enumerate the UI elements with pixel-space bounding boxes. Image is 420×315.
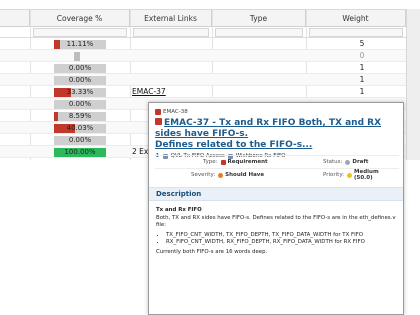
coverage-bar: 0.00% [54,100,106,109]
severity-label: Severity: [191,172,216,178]
priority-value: Medium (50.0) [354,169,379,181]
description-header: Description [149,187,403,201]
priority-label: Priority: [323,172,345,178]
header-blank [0,10,30,27]
coverage-value: 100.00% [64,148,96,156]
coverage-bar: 0.00% [54,76,106,85]
description-text: Both, TX and RX sides have FIFO-s. Defin… [156,215,396,228]
coverage-value: 0.00% [68,76,92,84]
description-bullet: TX_FIFO_CNT_WIDTH, TX_FIFO_DEPTH, TX_FIF… [166,232,398,239]
filter-row [0,27,420,38]
coverage-bar [74,52,80,61]
header-external-links[interactable]: External Links [130,10,212,27]
header-weight[interactable]: Weight [306,10,406,27]
type-label: Type: [203,159,218,165]
weight-value: 1 [359,75,365,84]
vertical-scrollbar[interactable] [406,9,420,160]
coverage-value: 40.03% [66,124,94,132]
coverage-value: 33.33% [66,88,94,96]
table-row[interactable]: 33.33% EMAC-37 1 [0,86,420,98]
coverage-value: 0.00% [68,100,92,108]
coverage-value: 8.59% [68,112,92,120]
coverage-filter-input[interactable] [33,28,127,37]
weight-value: 1 [359,87,365,96]
coverage-bar: 8.59% [54,112,106,121]
status-icon [345,159,351,165]
weight-filter-input[interactable] [309,28,403,37]
coverage-value: 0.00% [68,136,92,144]
severity-value: Should Have [225,172,265,178]
issue-key-link[interactable]: EMAC-37 [164,118,209,128]
description-heading: Tx and Rx FIFO [156,207,202,213]
coverage-bar: 0.00% [54,136,106,145]
header-type[interactable]: Type [212,10,306,27]
issue-summary-continued[interactable]: Defines related to the FIFO-s... [155,140,312,150]
issue-hover-popup: EMAC-38 EMAC-37 - Tx and Rx FIFO Both, T… [148,102,404,315]
status-value: Draft [352,159,369,165]
description-body: Tx and Rx FIFO Both, TX and RX sides hav… [156,207,398,256]
parent-issue-key[interactable]: EMAC-38 [163,109,188,115]
table-row[interactable]: 0.00% 1 [0,74,420,86]
coverage-bar: 33.33% [54,88,106,97]
external-links-filter-input[interactable] [133,28,209,37]
table-row[interactable]: 0 [0,50,420,62]
status-label: Status: [323,159,343,165]
requirement-icon [220,159,226,165]
coverage-bar: 0.00% [54,64,106,73]
type-filter-input[interactable] [215,28,303,37]
field-divider [155,155,399,156]
issue-fields: Type: Requirement Status: Draft Severity… [155,155,399,181]
requirement-icon [155,109,161,115]
table-row[interactable]: 11.11% 5 [0,38,420,50]
weight-value: 5 [359,39,365,48]
priority-icon [347,172,353,178]
priority-field: Priority: Medium (50.0) [323,169,399,181]
weight-value: 1 [359,63,365,72]
header-coverage[interactable]: Coverage % [30,10,130,27]
popup-header: EMAC-38 EMAC-37 - Tx and Rx FIFO Both, T… [155,109,399,159]
coverage-bar: 40.03% [54,124,106,133]
description-text: Currently both FIFO-s are 16 words deep. [156,249,268,255]
coverage-bar: 11.11% [54,40,106,49]
severity-icon [218,172,224,178]
status-field: Status: Draft [323,157,368,167]
weight-value: 0 [359,51,365,60]
parent-issue[interactable]: EMAC-38 [155,109,399,115]
coverage-value: 0.00% [68,64,92,72]
coverage-value: 11.11% [66,40,94,48]
requirement-icon [155,118,162,125]
coverage-bar: 100.00% [54,148,106,157]
description-list: TX_FIFO_CNT_WIDTH, TX_FIFO_DEPTH, TX_FIF… [166,232,398,246]
description-bullet: RX_FIFO_CNT_WIDTH, RX_FIFO_DEPTH, RX_FIF… [166,239,398,246]
severity-field: Severity: Should Have [191,170,264,180]
type-field: Type: Requirement [203,157,268,167]
type-value: Requirement [227,159,268,165]
issue-title[interactable]: EMAC-37 - Tx and Rx FIFO Both, TX and RX… [155,118,399,151]
grid-header: Coverage % External Links Type Weight [0,9,420,27]
external-link[interactable]: EMAC-37 [132,87,166,96]
table-row[interactable]: 0.00% 1 [0,62,420,74]
